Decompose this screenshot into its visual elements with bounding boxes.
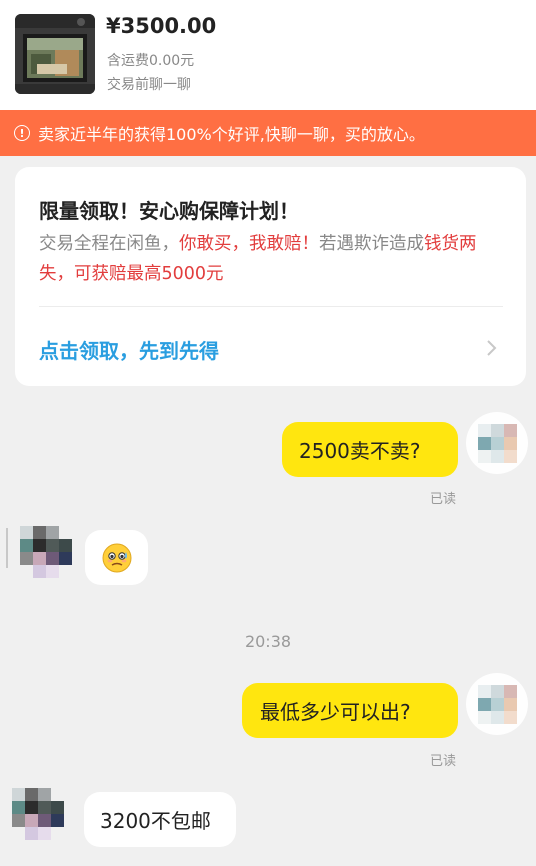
message-text: 2500卖不卖? xyxy=(299,439,421,463)
read-status: 已读 xyxy=(430,754,457,769)
seller-avatar[interactable] xyxy=(12,788,64,846)
promo-divider xyxy=(39,306,503,307)
my-avatar[interactable] xyxy=(466,673,528,739)
my-message-bubble[interactable]: 最低多少可以出? xyxy=(242,683,458,738)
shipping-info: 含运费0.00元 xyxy=(107,53,195,69)
product-thumbnail[interactable] xyxy=(15,14,95,94)
product-header[interactable]: ¥3500.00 含运费0.00元 交易前聊一聊 xyxy=(0,0,536,110)
alert-text: 卖家近半年的获得100%个好评,快聊一聊，买的放心。 xyxy=(38,125,425,144)
anxious-face-emoji xyxy=(102,543,131,572)
my-message-bubble[interactable]: 2500卖不卖? xyxy=(282,422,458,477)
chat-note: 交易前聊一聊 xyxy=(107,77,191,93)
seller-emoji-bubble[interactable] xyxy=(85,530,148,585)
info-icon: ! xyxy=(14,125,30,141)
promo-body-part2: 你敢买，我敢赔！ xyxy=(179,234,319,254)
claim-link[interactable]: 点击领取，先到先得 xyxy=(39,335,219,364)
product-price: ¥3500.00 xyxy=(106,14,217,38)
protection-plan-card: 限量领取！安心购保障计划！ 交易全程在闲鱼，你敢买，我敢赔！若遇欺诈造成钱货两失… xyxy=(15,167,526,386)
scroll-marker xyxy=(6,528,8,568)
seller-rating-alert: ! 卖家近半年的获得100%个好评,快聊一聊，买的放心。 xyxy=(0,110,536,156)
message-text: 3200不包邮 xyxy=(100,809,211,833)
promo-body-part1: 交易全程在闲鱼， xyxy=(39,234,179,254)
chat-timestamp: 20:38 xyxy=(244,632,292,651)
promo-body-part3: 若遇欺诈造成 xyxy=(319,234,424,254)
read-status: 已读 xyxy=(430,492,457,507)
chevron-right-icon[interactable] xyxy=(485,337,499,359)
seller-avatar[interactable] xyxy=(20,526,72,584)
message-text: 最低多少可以出? xyxy=(260,700,411,724)
my-avatar[interactable] xyxy=(466,412,528,478)
seller-message-bubble[interactable]: 3200不包邮 xyxy=(84,792,236,847)
promo-body: 交易全程在闲鱼，你敢买，我敢赔！若遇欺诈造成钱货两失，可获赔最高5000元 xyxy=(39,229,509,289)
camera-photo-image xyxy=(15,14,95,94)
promo-title: 限量领取！安心购保障计划！ xyxy=(39,199,299,223)
